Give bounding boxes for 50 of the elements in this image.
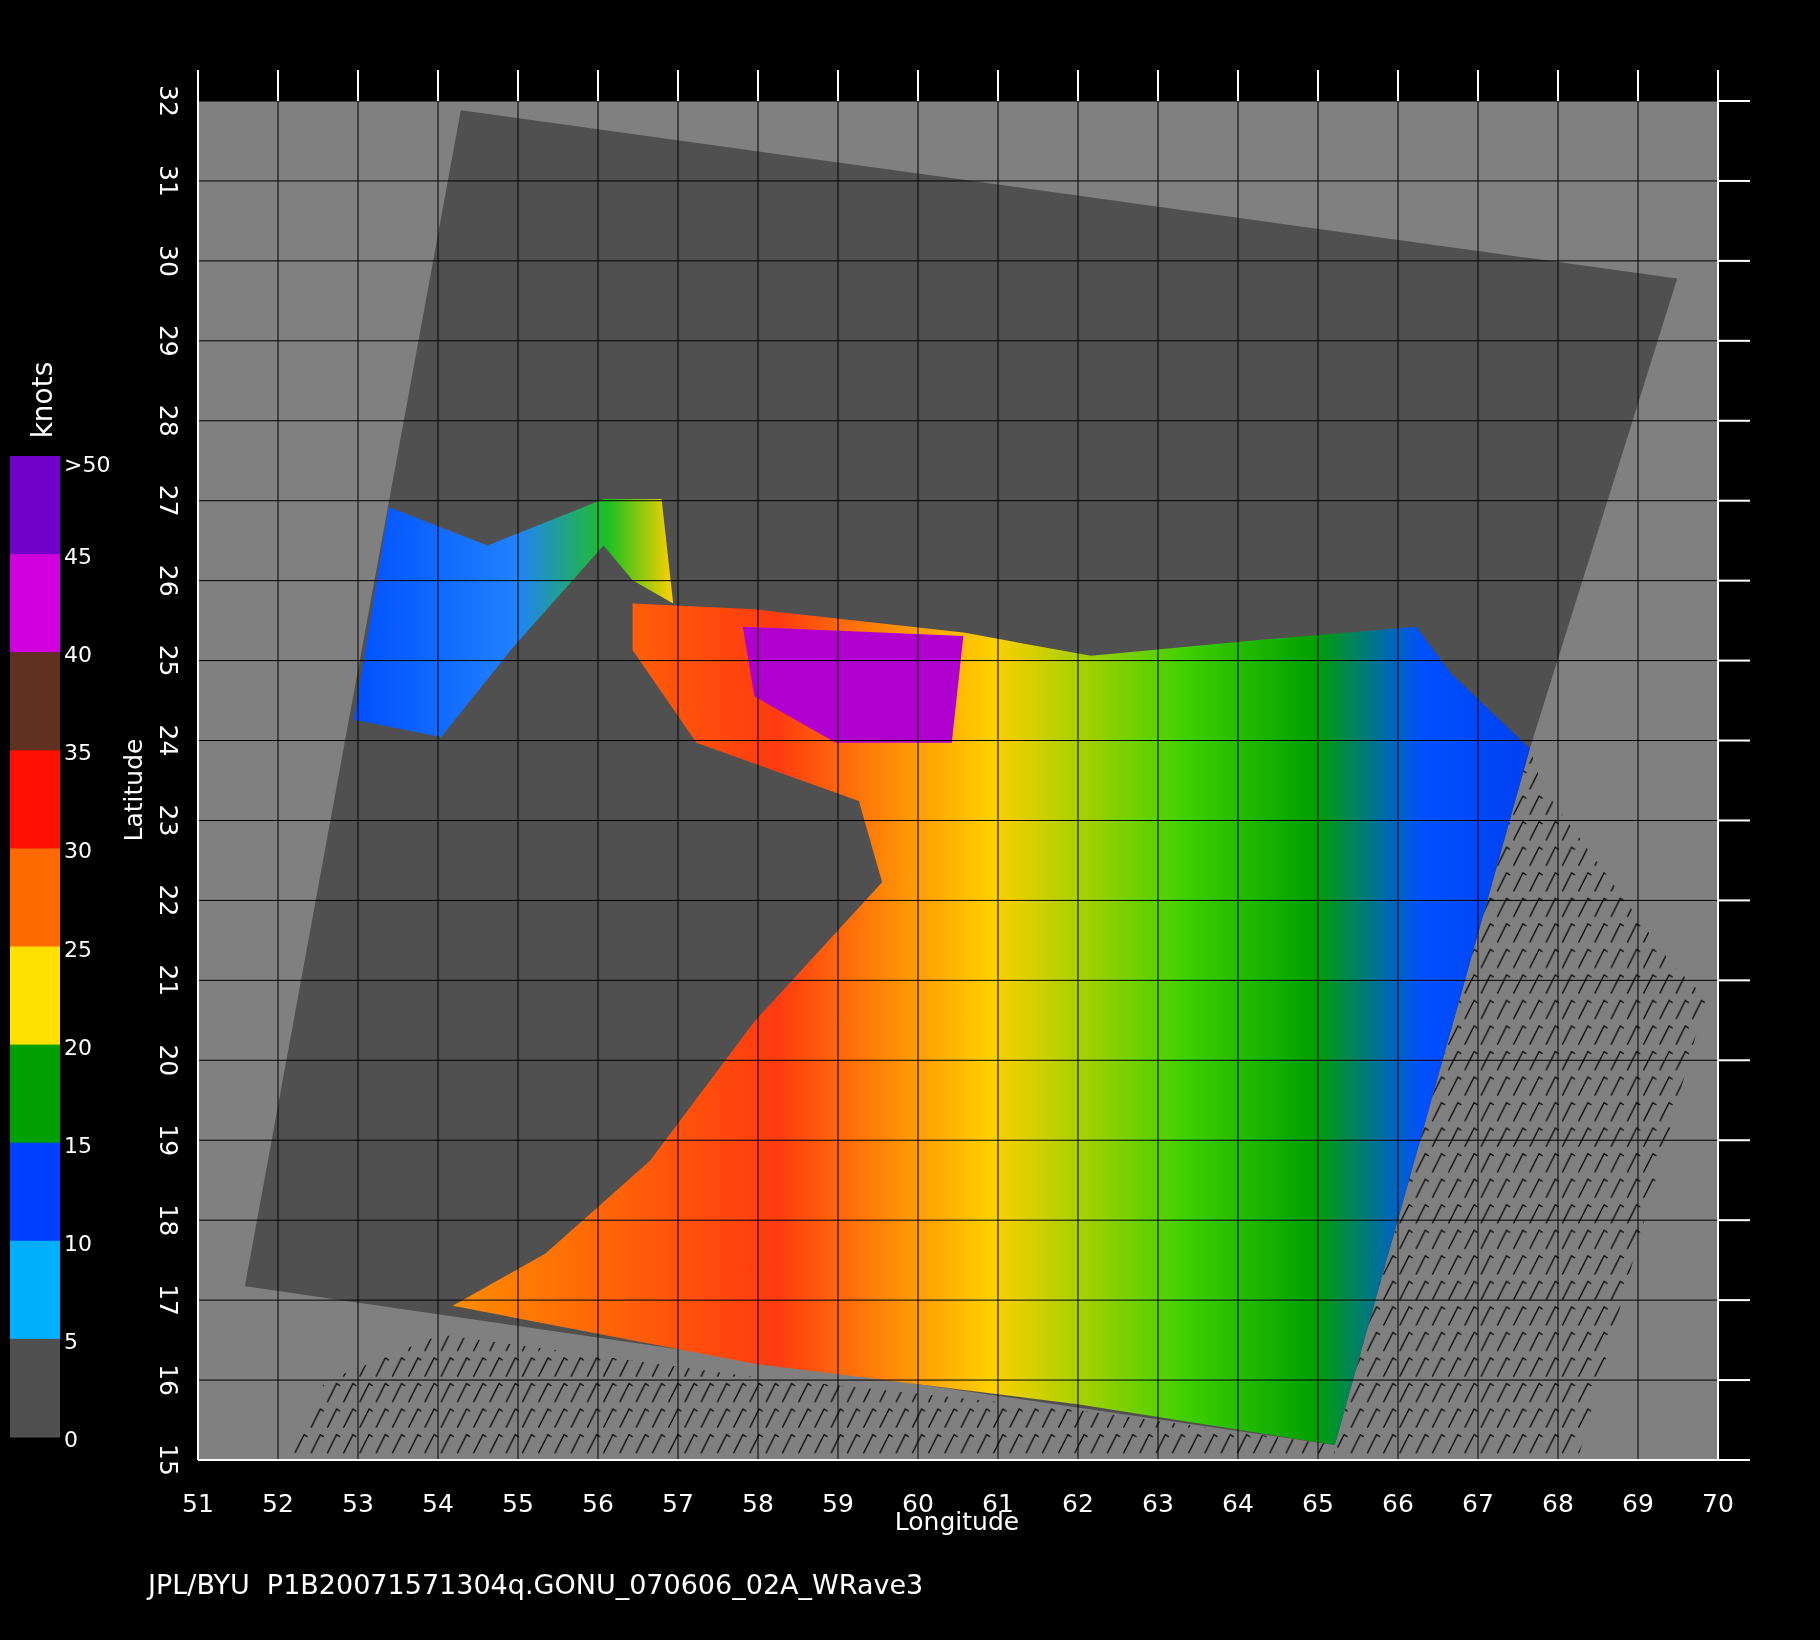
latitude-tick-label: 22 <box>154 884 183 917</box>
color-scale-label: 20 <box>64 1034 92 1060</box>
longitude-tick-label: 62 <box>1062 1489 1094 1518</box>
y-axis-title: Latitude <box>119 738 148 842</box>
figure-caption: JPL/BYU P1B20071571304q.GONU_070606_02A_WRave3 <box>148 1569 924 1600</box>
latitude-tick-label: 27 <box>154 484 183 517</box>
latitude-tick-label: 32 <box>154 85 183 117</box>
longitude-tick-label: 55 <box>502 1489 534 1518</box>
color-scale-label: 25 <box>64 936 92 962</box>
color-scale-label: >50 <box>64 452 111 477</box>
latitude-tick-label: 26 <box>154 564 183 597</box>
color-scale-label: 45 <box>64 544 92 570</box>
latitude-tick-label: 17 <box>154 1284 183 1316</box>
latitude-tick-label: 18 <box>154 1204 183 1237</box>
longitude-tick-label: 59 <box>822 1489 854 1518</box>
longitude-tick-label: 53 <box>342 1489 374 1518</box>
latitude-tick-label: 24 <box>154 724 183 757</box>
longitude-tick-label: 66 <box>1382 1489 1414 1518</box>
color-scale-unit: knots <box>26 361 59 439</box>
color-scale-label: 40 <box>64 642 92 668</box>
latitude-tick-label: 20 <box>154 1044 183 1077</box>
latitude-tick-label: 28 <box>154 404 183 437</box>
longitude-tick-label: 52 <box>262 1489 294 1518</box>
longitude-tick-label: 54 <box>422 1489 454 1518</box>
latitude-tick-label: 25 <box>154 644 183 677</box>
longitude-tick-label: 51 <box>182 1489 214 1518</box>
latitude-tick-label: 31 <box>154 165 183 197</box>
longitude-tick-label: 58 <box>742 1489 774 1518</box>
longitude-tick-label: 68 <box>1542 1489 1574 1518</box>
latitude-tick-label: 19 <box>154 1124 183 1157</box>
color-scale-label: 0 <box>64 1427 78 1452</box>
color-scale-label: 5 <box>64 1328 78 1354</box>
longitude-tick-label: 65 <box>1302 1489 1334 1518</box>
color-scale-label: 10 <box>64 1230 92 1256</box>
latitude-tick-label: 30 <box>154 245 183 277</box>
latitude-tick-label: 29 <box>154 324 183 357</box>
longitude-tick-label: 57 <box>662 1489 694 1518</box>
latitude-tick-label: 16 <box>154 1364 183 1396</box>
longitude-tick-label: 70 <box>1702 1489 1734 1518</box>
longitude-tick-label: 56 <box>582 1489 614 1518</box>
latitude-tick-label: 21 <box>154 964 183 997</box>
latitude-tick-label: 23 <box>154 804 183 837</box>
longitude-tick-label: 67 <box>1462 1489 1494 1518</box>
color-scale-label: 30 <box>64 838 92 864</box>
color-scale-label: 15 <box>64 1132 92 1158</box>
longitude-tick-label: 69 <box>1622 1489 1654 1518</box>
longitude-tick-label: 63 <box>1142 1489 1174 1518</box>
color-scale-label: 35 <box>64 740 92 766</box>
longitude-tick-label: 64 <box>1222 1489 1254 1518</box>
latitude-tick-label: 15 <box>154 1444 183 1476</box>
